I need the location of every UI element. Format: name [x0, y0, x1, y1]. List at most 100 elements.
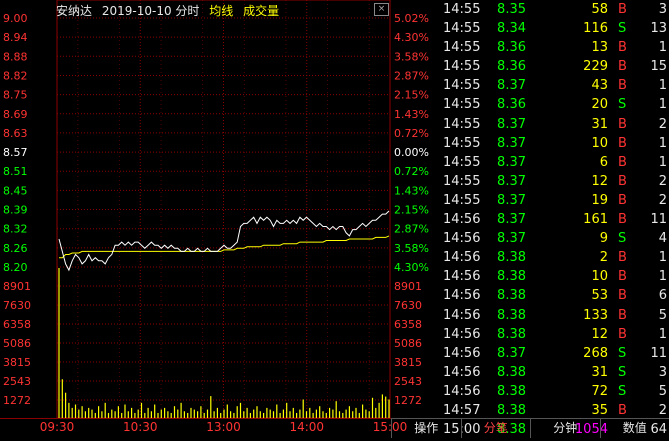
tick-count: 3 [659, 363, 667, 382]
tick-volume: 13 [591, 38, 608, 57]
tick-price: 8.38 [497, 286, 526, 305]
pct-tick-label: 4.30% [394, 261, 429, 274]
tick-row[interactable]: 14:558.34116S13 [437, 19, 669, 38]
tick-volume: 10 [591, 267, 608, 286]
tick-side: B [618, 306, 627, 325]
tick-side: B [618, 286, 627, 305]
volume-tick-label-right: 7630 [394, 299, 422, 312]
pct-tick-label: 0.00% [394, 146, 429, 159]
tick-row[interactable]: 14:568.3853B6 [437, 286, 669, 305]
tab-minute[interactable]: 分钟 [530, 419, 600, 438]
tick-side: S [618, 229, 626, 248]
tick-side: B [618, 325, 627, 344]
time-tick-label: 14:00 [289, 420, 324, 434]
tick-row[interactable]: 14:568.37268S11 [437, 344, 669, 363]
tick-time: 14:55 [443, 134, 480, 153]
tick-price: 8.37 [497, 76, 526, 95]
tick-price: 8.38 [497, 382, 526, 401]
tick-row[interactable]: 14:558.3731B2 [437, 115, 669, 134]
tick-price: 8.37 [497, 210, 526, 229]
tick-side: B [618, 76, 627, 95]
tick-count: 6 [659, 286, 667, 305]
intraday-chart[interactable]: 9.005.02%8.944.30%8.883.58%8.822.87%8.75… [0, 0, 437, 437]
tick-price: 8.37 [497, 172, 526, 191]
tick-row[interactable]: 14:558.3613B1 [437, 38, 669, 57]
pct-tick-label: 3.58% [394, 242, 429, 255]
tick-row[interactable]: 14:558.3719B2 [437, 191, 669, 210]
tick-list[interactable]: 14:558.3558B314:558.34116S1314:558.3613B… [437, 0, 669, 439]
tick-row[interactable]: 14:558.3558B3 [437, 0, 669, 19]
price-tick-label: 8.69 [3, 108, 28, 121]
tab-operate[interactable]: 操作 [391, 419, 461, 438]
tick-time: 14:55 [443, 0, 480, 19]
tick-volume: 53 [591, 286, 608, 305]
tick-price: 8.37 [497, 344, 526, 363]
tick-volume: 58 [591, 0, 608, 19]
price-tick-label: 8.20 [3, 261, 28, 274]
tick-row[interactable]: 14:568.3810B1 [437, 267, 669, 286]
tick-volume: 229 [583, 57, 608, 76]
tick-side: S [618, 382, 626, 401]
tick-side: B [618, 134, 627, 153]
tick-row[interactable]: 14:568.3812B1 [437, 325, 669, 344]
tick-count: 1 [659, 153, 667, 172]
tick-volume: 2 [600, 248, 608, 267]
tick-price: 8.38 [497, 267, 526, 286]
tick-price: 8.38 [497, 306, 526, 325]
tick-row[interactable]: 14:558.376B1 [437, 153, 669, 172]
tick-volume: 31 [591, 115, 608, 134]
volume-tick-label-right: 5086 [394, 337, 422, 350]
tick-row[interactable]: 14:568.3872S5 [437, 382, 669, 401]
tick-side: B [618, 210, 627, 229]
tab-data[interactable]: 数值 [600, 419, 669, 438]
pct-tick-label: 2.15% [394, 89, 429, 102]
tick-price: 8.36 [497, 38, 526, 57]
tick-row[interactable]: 14:558.3710B1 [437, 134, 669, 153]
tick-volume: 161 [583, 210, 608, 229]
tick-volume: 116 [583, 19, 608, 38]
tick-time: 14:56 [443, 363, 480, 382]
tick-row[interactable]: 14:558.3620S1 [437, 95, 669, 114]
pct-tick-label: 2.87% [394, 223, 429, 236]
volume-tick-label-right: 3815 [394, 356, 422, 369]
tick-row[interactable]: 14:558.36229B15 [437, 57, 669, 76]
tick-time: 14:56 [443, 344, 480, 363]
pct-tick-label: 3.58% [394, 50, 429, 63]
pct-tick-label: 1.43% [394, 184, 429, 197]
volume-tick-label: 6358 [3, 318, 31, 331]
price-tick-label: 8.94 [3, 31, 28, 44]
bottom-tab-bar: 操作 分笔 分钟 数值 [391, 418, 669, 438]
tick-time: 14:55 [443, 38, 480, 57]
tick-time: 14:55 [443, 19, 480, 38]
tick-row[interactable]: 14:568.38133B5 [437, 306, 669, 325]
volume-tick-label-right: 8901 [394, 280, 422, 293]
tick-price: 8.36 [497, 57, 526, 76]
intraday-chart-panel[interactable]: 9.005.02%8.944.30%8.883.58%8.822.87%8.75… [0, 0, 437, 437]
volume-tick-label: 1272 [3, 394, 31, 407]
tick-row[interactable]: 14:558.3743B1 [437, 76, 669, 95]
tick-volume: 10 [591, 134, 608, 153]
tick-side: B [618, 0, 627, 19]
tab-ticks[interactable]: 分笔 [461, 419, 531, 438]
tick-time: 14:55 [443, 76, 480, 95]
pct-tick-label: 5.02% [394, 12, 429, 25]
tick-time: 14:55 [443, 172, 480, 191]
close-icon[interactable]: × [374, 3, 389, 16]
tick-volume: 133 [583, 306, 608, 325]
pct-tick-label: 1.43% [394, 108, 429, 121]
volume-tick-label: 2543 [3, 375, 31, 388]
tick-side: B [618, 191, 627, 210]
tick-row[interactable]: 14:568.37161B11 [437, 210, 669, 229]
volume-tick-label: 5086 [3, 337, 31, 350]
tick-row[interactable]: 14:568.3831S3 [437, 363, 669, 382]
tick-row[interactable]: 14:568.379S4 [437, 229, 669, 248]
tick-volume: 6 [600, 153, 608, 172]
tick-row[interactable]: 14:568.382B1 [437, 248, 669, 267]
tick-volume: 72 [591, 382, 608, 401]
tick-volume: 12 [591, 172, 608, 191]
volume-tick-label-right: 6358 [394, 318, 422, 331]
tick-row[interactable]: 14:558.3712B2 [437, 172, 669, 191]
tick-time: 14:55 [443, 95, 480, 114]
volume-tick-label-right: 1272 [394, 394, 422, 407]
tick-side: B [618, 172, 627, 191]
